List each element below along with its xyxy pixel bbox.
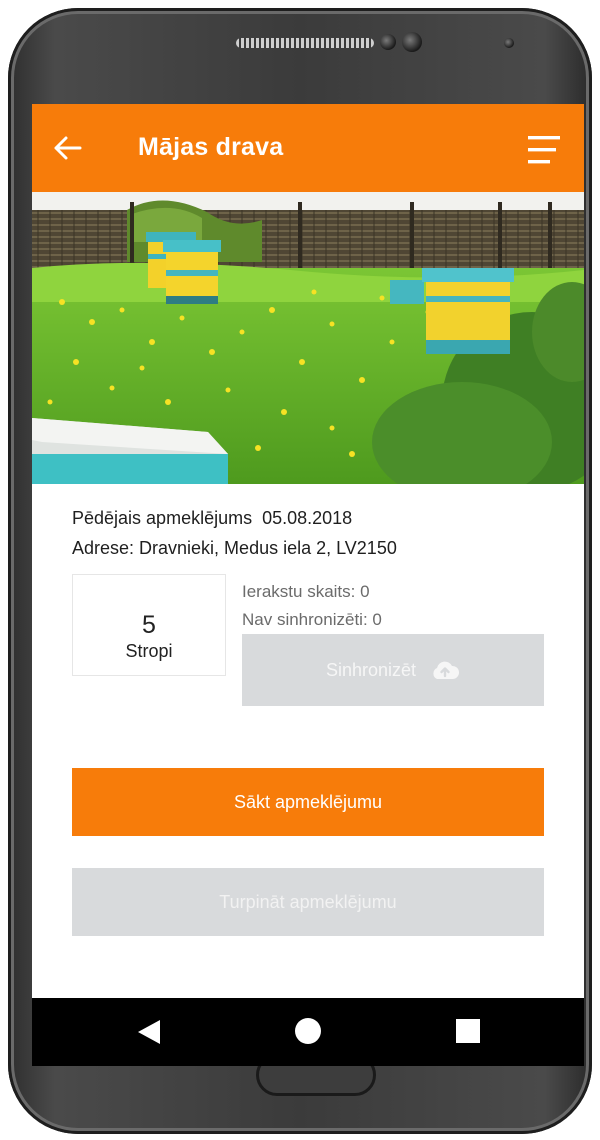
last-visit-label: Pēdējais apmeklējums bbox=[72, 508, 253, 528]
sync-button-label: Sinhronizēt bbox=[325, 659, 417, 680]
proximity-sensor bbox=[380, 34, 396, 50]
apiary-photo bbox=[32, 192, 584, 502]
address: Adrese: Dravnieki, Medus iela 2, LV2150 bbox=[72, 538, 397, 558]
unsynced-count: Nav sinhronizēti: 0 bbox=[242, 610, 382, 629]
speaker-grille bbox=[236, 38, 374, 48]
menu-button[interactable] bbox=[526, 132, 566, 168]
hive-count: 5 bbox=[142, 611, 156, 639]
page-title: Mājas drava bbox=[138, 133, 284, 161]
front-camera bbox=[402, 32, 422, 52]
start-visit-button[interactable]: Sākt apmeklējumu bbox=[72, 768, 544, 836]
last-visit-date: 05.08.2018 bbox=[262, 508, 353, 528]
records-count: Ierakstu skaits: 0 bbox=[242, 582, 370, 601]
nav-home-icon[interactable] bbox=[295, 1018, 321, 1044]
sync-button[interactable]: Sinhronizēt bbox=[242, 634, 544, 706]
app-screen: Mājas drava Pēdējais apmeklējums 05.08.2… bbox=[32, 104, 584, 1066]
arrow-left-icon bbox=[54, 136, 82, 160]
back-button[interactable] bbox=[48, 128, 92, 168]
cloud-upload-icon bbox=[433, 661, 460, 679]
last-visit-line: Pēdējais apmeklējums 05.08.2018 bbox=[72, 508, 352, 529]
continue-visit-button[interactable]: Turpināt apmeklējumu bbox=[72, 868, 544, 936]
hive-count-card: 5 Stropi bbox=[72, 574, 226, 676]
nav-recents-icon[interactable] bbox=[456, 1019, 480, 1043]
menu-icon bbox=[528, 136, 560, 164]
hive-count-label: Stropi bbox=[125, 641, 173, 661]
app-bar: Mājas drava bbox=[32, 104, 584, 192]
light-sensor bbox=[504, 38, 514, 48]
nav-back-icon[interactable] bbox=[136, 1018, 162, 1046]
android-nav-bar bbox=[32, 998, 584, 1066]
